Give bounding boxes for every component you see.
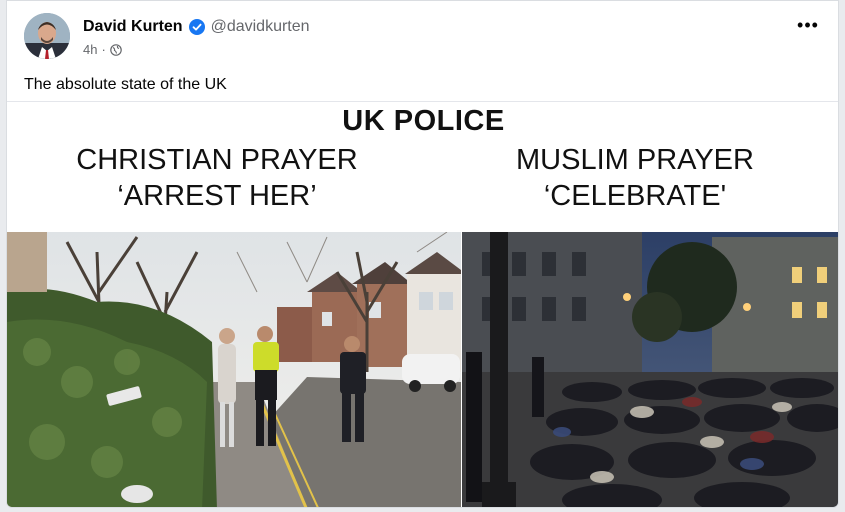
meme-title: UK POLICE [342, 105, 505, 137]
left-caption-line2: ‘ARREST HER’ [117, 180, 317, 212]
right-caption: MUSLIM PRAYER ‘CELEBRATE' [445, 142, 825, 214]
post-card: David Kurten @davidkurten 4h · ••• The a… [6, 0, 839, 508]
more-options-icon[interactable]: ••• [796, 13, 820, 37]
author-avatar[interactable] [24, 13, 70, 59]
globe-icon[interactable] [110, 43, 122, 56]
post-timestamp[interactable]: 4h [83, 42, 97, 57]
verified-badge-icon [188, 19, 205, 35]
left-caption-line1: CHRISTIAN PRAYER [76, 144, 358, 176]
avatar-portrait [24, 13, 70, 59]
right-caption-line2: ‘CELEBRATE' [543, 180, 727, 212]
author-row: David Kurten @davidkurten [83, 18, 310, 36]
meta-separator: · [101, 42, 106, 57]
post-image[interactable]: UK POLICE CHRISTIAN PRAYER ‘ARREST HER’ … [7, 101, 838, 507]
street-arrest-photo [7, 232, 461, 507]
right-caption-line1: MUSLIM PRAYER [516, 144, 754, 176]
post-text: The absolute state of the UK [24, 76, 227, 93]
street-prayer-photo [462, 232, 838, 507]
author-handle[interactable]: @davidkurten [211, 18, 310, 36]
left-caption: CHRISTIAN PRAYER ‘ARREST HER’ [27, 142, 407, 214]
author-name[interactable]: David Kurten [83, 18, 183, 36]
post-meta: 4h · [83, 42, 122, 57]
